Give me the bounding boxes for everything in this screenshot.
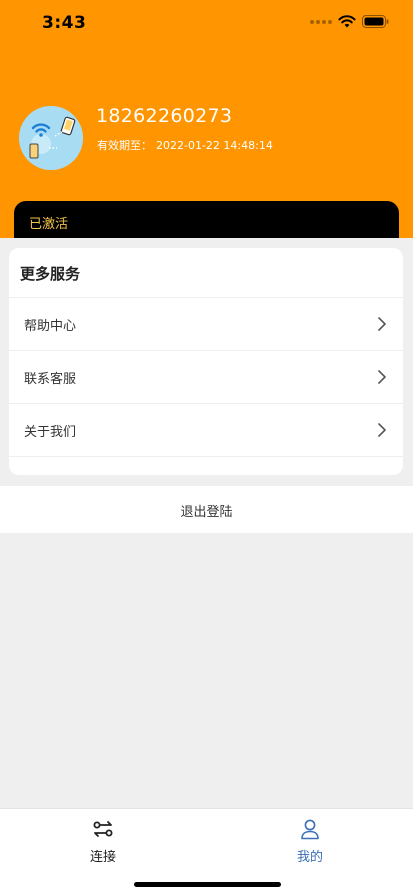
menu-divider [9, 456, 403, 475]
expiry-row: 有效期至： 2022-01-22 14:48:14 [97, 137, 273, 153]
tab-bar: 连接 我的 [0, 808, 413, 895]
activated-status-label: 已激活 [29, 217, 69, 232]
logout-button[interactable]: 退出登陆 [0, 486, 413, 533]
wifi-transfer-illustration [19, 106, 83, 170]
phone-number: 18262260273 [96, 105, 233, 127]
tab-mine-label: 我的 [296, 850, 323, 865]
more-services-card: 更多服务 帮助中心 联系客服 关于我们 [9, 248, 403, 475]
status-bar: 3:43 [0, 0, 413, 46]
status-icons [310, 15, 389, 28]
signal-dots-icon [310, 19, 332, 24]
services-title: 更多服务 [20, 265, 81, 283]
menu-item-label: 关于我们 [24, 425, 77, 440]
menu-item-label: 帮助中心 [24, 319, 77, 334]
user-icon [301, 819, 319, 840]
menu-item-about-us[interactable]: 关于我们 [9, 403, 403, 456]
wifi-icon [338, 15, 356, 28]
status-time: 3:43 [42, 13, 87, 33]
connect-icon [93, 821, 113, 837]
menu-item-contact-support[interactable]: 联系客服 [9, 350, 403, 403]
tab-mine[interactable]: 我的 [207, 809, 413, 869]
avatar[interactable] [19, 106, 83, 170]
expiry-label: 有效期至： [97, 139, 152, 152]
logout-label: 退出登陆 [180, 505, 233, 520]
chevron-right-icon [378, 370, 386, 384]
chevron-right-icon [378, 317, 386, 331]
tab-connect[interactable]: 连接 [0, 809, 206, 869]
tab-connect-label: 连接 [89, 850, 116, 865]
menu-item-label: 联系客服 [24, 372, 77, 387]
expiry-value: 2022-01-22 14:48:14 [156, 139, 273, 152]
menu-item-help-center[interactable]: 帮助中心 [9, 297, 403, 350]
profile-header: 3:43 18262260273 有效期至： 2022-01-22 14:48:… [0, 0, 413, 251]
chevron-right-icon [378, 423, 386, 437]
home-indicator [134, 882, 281, 887]
battery-icon [362, 15, 389, 28]
